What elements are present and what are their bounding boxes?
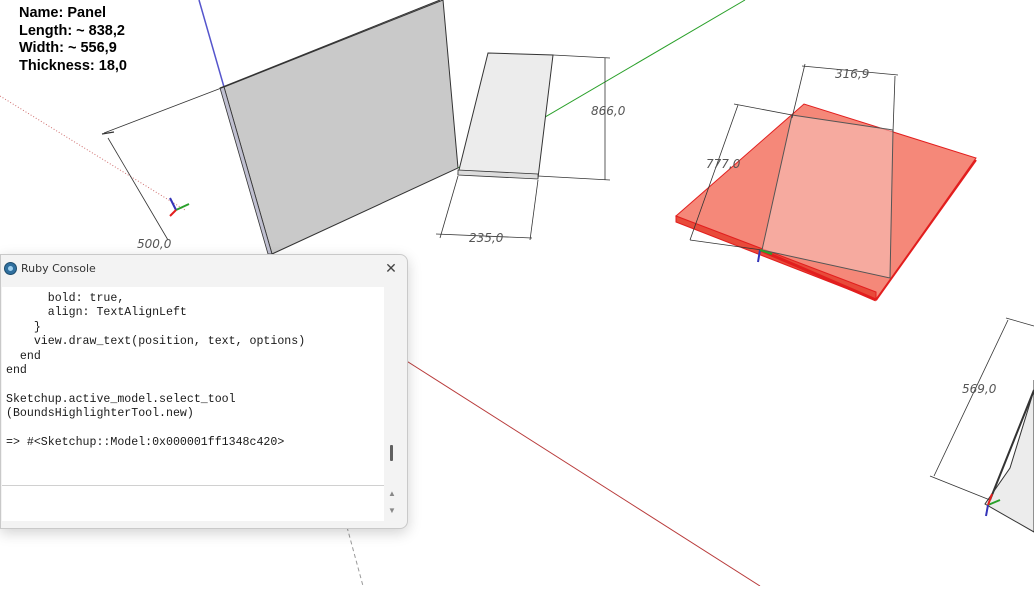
panel-thickness-label: Thickness: 18,0: [19, 57, 127, 74]
dim-label-866: 866,0: [591, 104, 626, 118]
panel-name-label: Name: Panel: [19, 5, 107, 21]
dim-569-line: [933, 319, 1009, 477]
dim-500-ext1: [103, 86, 225, 134]
right-panel[interactable]: [984, 380, 1034, 533]
dim-569-ext1: [1005, 317, 1034, 327]
dim-label-569: 569,0: [962, 382, 997, 396]
input-scroll-up-icon[interactable]: ▲: [388, 489, 396, 499]
dim-866-ext2: [537, 175, 611, 181]
dim-500-tick1: [101, 131, 115, 135]
panel-width-label: Width: ~ 556,9: [19, 40, 117, 56]
scrollbar-thumb[interactable]: [390, 445, 393, 461]
panel-length-label: Length: ~ 838,2: [19, 22, 125, 39]
console-output-text: bold: true, align: TextAlignLeft } view.…: [6, 292, 306, 450]
red-axis-line: [404, 359, 761, 587]
close-button[interactable]: ✕: [381, 259, 401, 279]
model-info-overlay: Name: Panel Length: ~ 838,2 Width: ~ 556…: [19, 5, 127, 75]
dim-235-ext1: [439, 175, 459, 239]
console-titlebar[interactable]: Ruby Console ✕: [1, 255, 407, 283]
dim-label-235: 235,0: [469, 231, 504, 245]
small-panel[interactable]: [457, 52, 554, 179]
dim-label-500: 500,0: [137, 237, 172, 251]
ruby-console-window[interactable]: Ruby Console ✕ bold: true, align: TextAl…: [0, 254, 408, 529]
dim-235-ext2: [529, 179, 539, 241]
dim-316-ext2: [892, 75, 896, 133]
console-input[interactable]: [2, 485, 384, 521]
input-scroll-down-icon[interactable]: ▼: [388, 506, 396, 516]
red-axis-dotted: [0, 95, 186, 211]
console-output[interactable]: bold: true, align: TextAlignLeft } view.…: [2, 287, 384, 487]
dim-label-777: 777,0: [706, 157, 741, 171]
gray-axis-line: [346, 526, 364, 587]
axes-gizmo-left: [169, 197, 190, 217]
dim-569-ext2: [929, 475, 991, 501]
dim-866-ext1: [552, 54, 611, 59]
console-title: Ruby Console: [21, 262, 96, 275]
dim-777-ext1: [733, 103, 793, 116]
ruby-console-icon: [4, 262, 17, 275]
dim-label-316: 316,9: [835, 67, 869, 81]
dim-500-line: [107, 137, 169, 241]
output-scrollbar[interactable]: [386, 287, 398, 487]
